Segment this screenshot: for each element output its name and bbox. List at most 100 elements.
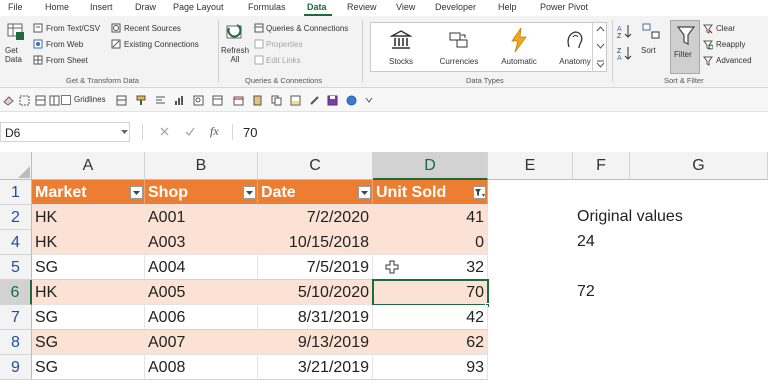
gridlines-checkbox[interactable] — [61, 95, 71, 105]
row-header[interactable]: 1 — [0, 180, 32, 205]
table-cell-market[interactable]: SG — [32, 255, 145, 280]
queries-connections-button[interactable]: Queries & Connections — [266, 24, 348, 33]
tab-power-pivot[interactable]: Power Pivot — [540, 2, 588, 12]
sort-descending-icon[interactable]: ZA — [617, 46, 633, 60]
row-header[interactable]: 7 — [0, 305, 32, 330]
column-header-f[interactable]: F — [573, 152, 630, 180]
recent-sources-button[interactable]: Recent Sources — [124, 24, 181, 33]
calendar-icon[interactable] — [233, 95, 244, 106]
highlight-icon[interactable] — [290, 95, 301, 106]
column-header-e[interactable]: E — [488, 152, 573, 180]
table-cell-units[interactable]: 0 — [373, 230, 488, 255]
table-cell-date[interactable]: 5/10/2020 — [258, 280, 373, 305]
table-cell-shop[interactable]: A006 — [145, 305, 258, 330]
row-header[interactable]: 4 — [0, 230, 32, 255]
tab-insert[interactable]: Insert — [90, 2, 113, 12]
column-header-d[interactable]: D — [373, 152, 488, 180]
cancel-icon[interactable] — [160, 127, 169, 136]
stocks-button[interactable]: Stocks — [373, 23, 429, 71]
column-header-c[interactable]: C — [258, 152, 373, 180]
get-data-button[interactable]: Get Data — [3, 20, 29, 72]
formula-input[interactable]: 70 — [243, 125, 257, 140]
tab-review[interactable]: Review — [347, 2, 377, 12]
table-cell-units[interactable]: 41 — [373, 205, 488, 230]
eraser-icon[interactable] — [3, 95, 14, 106]
table-icon[interactable] — [49, 95, 60, 106]
name-box[interactable]: D6 — [0, 122, 130, 142]
table-cell-shop[interactable]: A007 — [145, 330, 258, 355]
tab-formulas[interactable]: Formulas — [248, 2, 286, 12]
tab-draw[interactable]: Draw — [135, 2, 156, 12]
freeze-icon[interactable] — [212, 95, 223, 106]
globe-icon[interactable] — [346, 95, 357, 106]
format-painter-icon[interactable] — [136, 95, 147, 106]
customize-toolbar-icon[interactable] — [365, 97, 373, 103]
automatic-button[interactable]: Automatic — [491, 23, 547, 71]
table-cell-units[interactable]: 70 — [373, 280, 488, 305]
table-cell-units[interactable]: 62 — [373, 330, 488, 355]
border-icon[interactable] — [19, 95, 30, 106]
tab-help[interactable]: Help — [498, 2, 517, 12]
edit-links-button[interactable]: Edit Links — [266, 56, 301, 65]
fx-icon[interactable]: fx — [210, 124, 219, 139]
existing-connections-button[interactable]: Existing Connections — [124, 40, 199, 49]
table-cell-date[interactable]: 7/2/2020 — [258, 205, 373, 230]
chart-icon[interactable] — [174, 95, 185, 106]
zoom-icon[interactable] — [193, 95, 204, 106]
table-cell-units[interactable]: 93 — [373, 355, 488, 380]
from-web-button[interactable]: From Web — [46, 40, 83, 49]
column-header-g[interactable]: G — [630, 152, 768, 180]
table-cell-date[interactable]: 10/15/2018 — [258, 230, 373, 255]
tab-page-layout[interactable]: Page Layout — [173, 2, 224, 12]
filter-dropdown-shop[interactable] — [243, 186, 256, 199]
table-cell-units[interactable]: 42 — [373, 305, 488, 330]
reapply-button[interactable]: Reapply — [716, 40, 745, 49]
row-header[interactable]: 6 — [0, 280, 32, 305]
table-cell-shop[interactable]: A001 — [145, 205, 258, 230]
chevron-down-icon[interactable] — [121, 130, 128, 135]
table-cell-date[interactable]: 7/5/2019 — [258, 255, 373, 280]
properties-button[interactable]: Properties — [266, 40, 302, 49]
tab-file[interactable]: File — [8, 2, 23, 12]
save-icon[interactable] — [327, 95, 338, 106]
row-header[interactable]: 9 — [0, 355, 32, 380]
table-cell-market[interactable]: SG — [32, 305, 145, 330]
sort-button[interactable]: Sort — [638, 22, 664, 72]
table-cell-market[interactable]: HK — [32, 280, 145, 305]
advanced-button[interactable]: Advanced — [716, 56, 752, 65]
tab-data[interactable]: Data — [307, 2, 327, 12]
enter-check-icon[interactable] — [185, 127, 195, 136]
refresh-all-button[interactable]: Refresh All — [221, 20, 249, 72]
from-sheet-button[interactable]: From Sheet — [46, 56, 88, 65]
merge-icon[interactable] — [116, 95, 127, 106]
table-cell-market[interactable]: HK — [32, 230, 145, 255]
table-cell-market[interactable]: SG — [32, 355, 145, 380]
filter-dropdown-unit-sold[interactable] — [473, 186, 486, 199]
edit-icon[interactable] — [309, 95, 320, 106]
filter-dropdown-market[interactable] — [130, 186, 143, 199]
from-text-csv-button[interactable]: From Text/CSV — [46, 24, 100, 33]
table-cell-market[interactable]: HK — [32, 205, 145, 230]
table-cell-date[interactable]: 9/13/2019 — [258, 330, 373, 355]
table-cell-shop[interactable]: A008 — [145, 355, 258, 380]
table-cell-shop[interactable]: A005 — [145, 280, 258, 305]
tab-view[interactable]: View — [396, 2, 415, 12]
tab-developer[interactable]: Developer — [435, 2, 476, 12]
select-all-corner[interactable] — [0, 152, 32, 180]
table-cell-shop[interactable]: A003 — [145, 230, 258, 255]
clear-button[interactable]: Clear — [716, 24, 735, 33]
tab-home[interactable]: Home — [45, 2, 69, 12]
currencies-button[interactable]: Currencies — [429, 23, 489, 71]
column-header-b[interactable]: B — [145, 152, 258, 180]
paste-icon[interactable] — [252, 95, 263, 106]
align-icon[interactable] — [155, 95, 166, 106]
sort-ascending-icon[interactable]: AZ — [617, 24, 633, 38]
filter-button[interactable]: Filter — [670, 20, 700, 74]
row-header[interactable]: 2 — [0, 205, 32, 230]
filter-dropdown-date[interactable] — [358, 186, 371, 199]
row-header[interactable]: 5 — [0, 255, 32, 280]
cell-style-icon[interactable] — [35, 95, 46, 106]
row-header[interactable]: 8 — [0, 330, 32, 355]
table-cell-date[interactable]: 8/31/2019 — [258, 305, 373, 330]
table-cell-shop[interactable]: A004 — [145, 255, 258, 280]
